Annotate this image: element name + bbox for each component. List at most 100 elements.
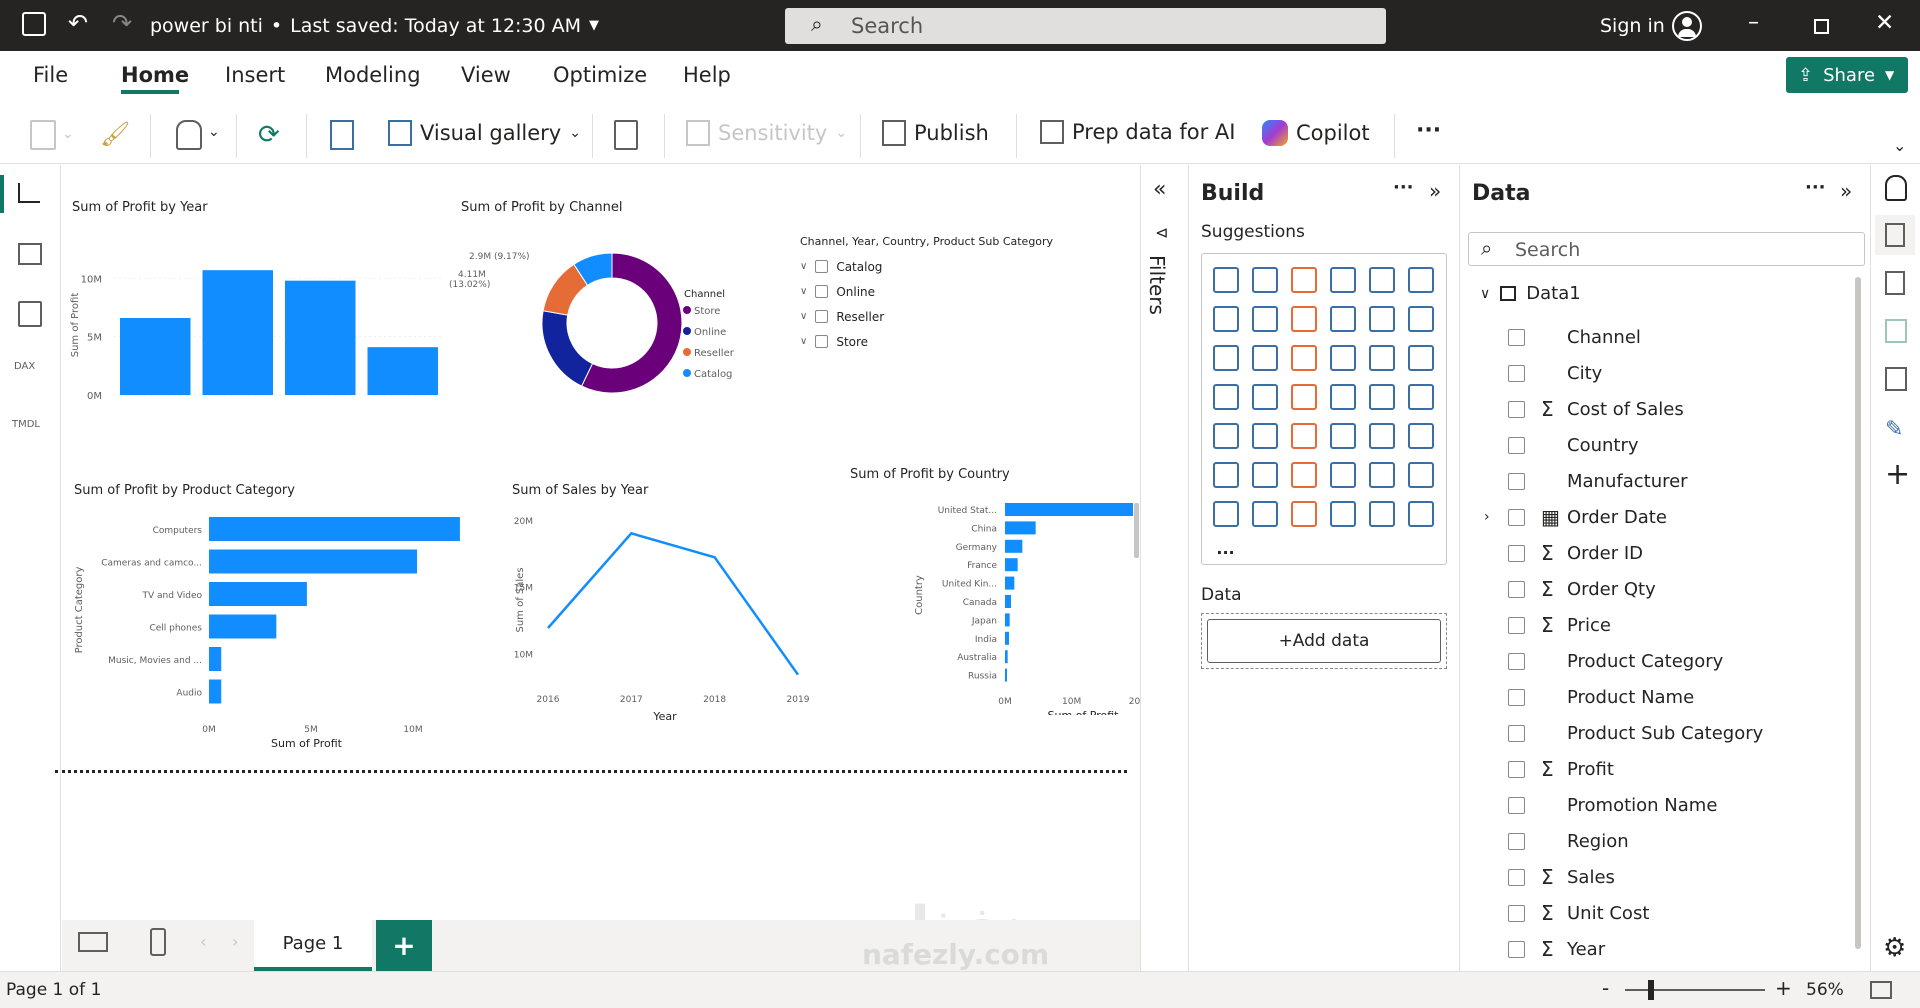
- visual-type-icon[interactable]: [1284, 338, 1323, 377]
- checkbox[interactable]: [1508, 796, 1525, 814]
- checkbox[interactable]: [1508, 760, 1525, 778]
- visual-type-icon[interactable]: [1245, 455, 1284, 494]
- profit-by-category-chart[interactable]: Computers Cameras and camco... TV and Vide…: [62, 505, 462, 755]
- more-visuals-icon[interactable]: ···: [1206, 533, 1245, 572]
- field-item[interactable]: Product Name: [1500, 679, 1880, 715]
- visual-type-icon[interactable]: [1323, 416, 1362, 455]
- field-item[interactable]: Σ Price: [1500, 607, 1880, 643]
- paste-icon[interactable]: [30, 120, 56, 150]
- slicer-item[interactable]: ∨ Catalog: [800, 254, 1060, 279]
- settings-icon[interactable]: ⚙: [1883, 933, 1906, 963]
- chevron-right-icon[interactable]: ›: [1484, 509, 1504, 525]
- field-item[interactable]: Region: [1500, 823, 1880, 859]
- visual-type-icon[interactable]: [1362, 455, 1401, 494]
- restore-icon[interactable]: [1814, 19, 1829, 34]
- scrollbar[interactable]: [1855, 277, 1861, 949]
- prep-data-button[interactable]: Prep data for AI: [1040, 120, 1235, 144]
- slicer[interactable]: Channel, Year, Country, Product Sub Cate…: [800, 235, 1060, 354]
- visual-type-icon[interactable]: [1401, 377, 1440, 416]
- visual-type-icon[interactable]: [1323, 299, 1362, 338]
- visual-type-icon[interactable]: [1401, 416, 1440, 455]
- next-page-icon[interactable]: ›: [232, 932, 238, 951]
- visual-type-icon[interactable]: [1206, 338, 1245, 377]
- visual-type-icon[interactable]: [1245, 299, 1284, 338]
- format-pane-icon[interactable]: [1885, 271, 1905, 295]
- visual-type-icon[interactable]: [1284, 416, 1323, 455]
- minimize-icon[interactable]: –: [1748, 10, 1759, 35]
- menu-file[interactable]: File: [33, 63, 68, 87]
- avatar-icon[interactable]: [1672, 11, 1702, 41]
- chevron-down-icon[interactable]: ⌄: [208, 124, 220, 140]
- get-data-icon[interactable]: [176, 120, 202, 150]
- field-item[interactable]: Σ Order Qty: [1500, 571, 1880, 607]
- checkbox[interactable]: [1508, 652, 1525, 670]
- chevron-down-icon[interactable]: ⌄: [62, 126, 74, 142]
- field-item[interactable]: Channel: [1500, 319, 1880, 355]
- visual-type-icon[interactable]: [1206, 377, 1245, 416]
- dax-query-icon[interactable]: DAX: [14, 361, 35, 372]
- visual-type-icon[interactable]: [1323, 260, 1362, 299]
- visual-type-icon[interactable]: [1323, 455, 1362, 494]
- field-item[interactable]: Product Sub Category: [1500, 715, 1880, 751]
- build-pane-tab[interactable]: [1875, 215, 1915, 255]
- visual-type-icon[interactable]: [1284, 377, 1323, 416]
- format-painter-icon[interactable]: 🖌: [100, 120, 130, 148]
- visual-type-icon[interactable]: [1245, 416, 1284, 455]
- performance-icon[interactable]: [1885, 367, 1907, 391]
- table-view-icon[interactable]: [18, 243, 42, 265]
- visual-type-icon[interactable]: [1206, 416, 1245, 455]
- collapse-ribbon-icon[interactable]: ⌄: [1893, 136, 1906, 155]
- data-pane-icon[interactable]: [1885, 175, 1907, 201]
- checkbox[interactable]: [815, 310, 829, 323]
- field-item[interactable]: Manufacturer: [1500, 463, 1880, 499]
- checkbox[interactable]: [815, 285, 829, 298]
- checkbox[interactable]: [1508, 868, 1525, 886]
- zoom-out-button[interactable]: -: [1602, 976, 1609, 1000]
- slicer-item[interactable]: ∨ Reseller: [800, 304, 1060, 329]
- undo-icon[interactable]: ↶: [68, 9, 88, 37]
- tmdl-view-icon[interactable]: TMDL: [12, 419, 40, 430]
- visual-type-icon[interactable]: [1323, 338, 1362, 377]
- checkbox[interactable]: [815, 260, 829, 273]
- field-item[interactable]: City: [1500, 355, 1880, 391]
- checkbox[interactable]: [1508, 364, 1525, 382]
- visual-type-icon[interactable]: [1323, 377, 1362, 416]
- checkbox[interactable]: [1508, 832, 1525, 850]
- close-icon[interactable]: ✕: [1875, 10, 1894, 36]
- checkbox[interactable]: [1508, 400, 1525, 418]
- field-item[interactable]: Σ Unit Cost: [1500, 895, 1880, 931]
- search-input[interactable]: ⌕ Search: [785, 8, 1386, 44]
- visual-type-icon[interactable]: [1401, 338, 1440, 377]
- zoom-slider[interactable]: [1625, 989, 1765, 991]
- publish-button[interactable]: Publish: [882, 120, 989, 146]
- visual-type-icon[interactable]: [1245, 260, 1284, 299]
- report-view-icon[interactable]: [18, 183, 40, 203]
- page-tab[interactable]: Page 1: [254, 920, 372, 971]
- bookmarks-icon[interactable]: [1885, 319, 1907, 343]
- visual-type-icon[interactable]: [1284, 299, 1323, 338]
- profit-by-channel-donut[interactable]: 18.05M(57.14%)6.53M(20.67%)4.11M(13.02%)…: [442, 215, 742, 395]
- visual-gallery-button[interactable]: Visual gallery ⌄: [388, 120, 581, 146]
- more-options-icon[interactable]: ···: [1393, 177, 1414, 198]
- field-item[interactable]: Σ Sales: [1500, 859, 1880, 895]
- slicer-item[interactable]: ∨ Store: [800, 329, 1060, 354]
- visual-type-icon[interactable]: [1401, 299, 1440, 338]
- field-item[interactable]: Σ Cost of Sales: [1500, 391, 1880, 427]
- menu-view[interactable]: View: [461, 63, 511, 87]
- prev-page-icon[interactable]: ‹: [200, 932, 206, 951]
- fit-to-page-icon[interactable]: [1870, 981, 1892, 999]
- visual-type-icon[interactable]: [1362, 299, 1401, 338]
- sensitivity-button[interactable]: Sensitivity ⌄: [686, 120, 847, 146]
- filters-pane-collapsed[interactable]: « ⊲ Filters: [1140, 165, 1188, 971]
- field-item[interactable]: › ▦ Order Date: [1484, 499, 1880, 535]
- checkbox[interactable]: [1508, 724, 1525, 742]
- add-data-button[interactable]: +Add data: [1207, 619, 1441, 663]
- visual-type-icon[interactable]: [1401, 494, 1440, 533]
- new-visual-icon[interactable]: [330, 120, 354, 150]
- checkbox[interactable]: [1508, 328, 1525, 346]
- menu-insert[interactable]: Insert: [225, 63, 285, 87]
- visual-type-icon[interactable]: [1401, 260, 1440, 299]
- field-item[interactable]: Σ Order ID: [1500, 535, 1880, 571]
- checkbox[interactable]: [1508, 688, 1525, 706]
- checkbox[interactable]: [1508, 904, 1525, 922]
